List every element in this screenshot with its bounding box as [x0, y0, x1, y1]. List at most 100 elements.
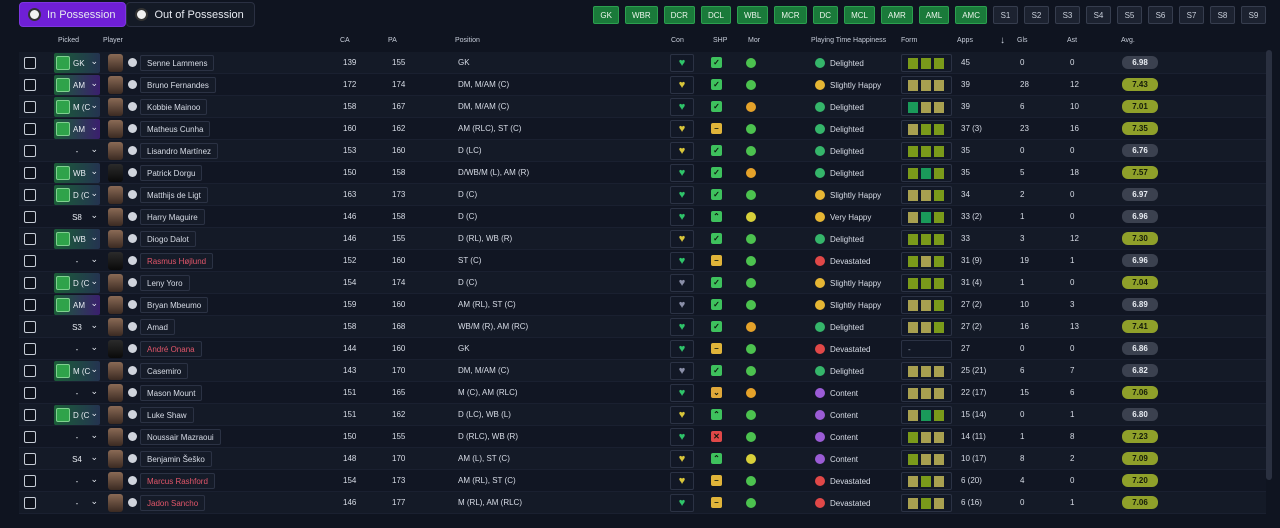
filter-button-dcl[interactable]: DCL — [700, 6, 731, 24]
picked-dropdown[interactable]: - ⌄ — [54, 141, 100, 161]
table-row[interactable]: AM ⌄ Matheus Cunha 160 162 AM (RLC), ST (C) ♥ –… — [19, 118, 1266, 140]
table-row[interactable]: D (C ⌄ Leny Yoro 154 174 D (C) ♥ ✓ Slightly Happ… — [19, 272, 1266, 294]
row-checkbox[interactable] — [24, 475, 36, 487]
player-name[interactable]: Diogo Dalot — [140, 231, 196, 247]
filter-button-s1[interactable]: S1 — [993, 6, 1018, 24]
table-row[interactable]: AM ⌄ Bruno Fernandes 172 174 DM, M/AM (C) ♥ ✓ Sl… — [19, 74, 1266, 96]
col-con[interactable]: Con — [671, 37, 684, 44]
filter-button-dcr[interactable]: DCR — [663, 6, 695, 24]
table-row[interactable]: - ⌄ Jadon Sancho 146 177 M (RL), AM (RLC) ♥ – De… — [19, 492, 1266, 514]
table-row[interactable]: S4 ⌄ Benjamin Šeško 148 170 AM (L), ST (C) ♥ ⌃ C… — [19, 448, 1266, 470]
filter-button-s6[interactable]: S6 — [1148, 6, 1173, 24]
filter-button-s8[interactable]: S8 — [1210, 6, 1235, 24]
filter-button-s9[interactable]: S9 — [1241, 6, 1266, 24]
filter-button-wbl[interactable]: WBL — [736, 6, 769, 24]
player-name[interactable]: Patrick Dorgu — [140, 165, 203, 181]
table-row[interactable]: D (C ⌄ Luke Shaw 151 162 D (LC), WB (L) ♥ ⌃ Cont… — [19, 404, 1266, 426]
picked-dropdown[interactable]: S8 ⌄ — [54, 207, 100, 227]
row-checkbox[interactable] — [24, 453, 36, 465]
picked-dropdown[interactable]: AM ⌄ — [54, 295, 100, 315]
picked-dropdown[interactable]: D (C ⌄ — [54, 185, 100, 205]
table-row[interactable]: - ⌄ Rasmus Højlund 152 160 ST (C) ♥ – Devastated… — [19, 250, 1266, 272]
player-name[interactable]: Noussair Mazraoui — [140, 429, 221, 445]
vertical-scrollbar[interactable] — [1266, 50, 1272, 480]
player-name[interactable]: Matthijs de Ligt — [140, 187, 208, 203]
picked-dropdown[interactable]: M (C ⌄ — [54, 361, 100, 381]
filter-button-mcr[interactable]: MCR — [774, 6, 807, 24]
col-playing-time-happiness[interactable]: Playing Time Happiness — [811, 37, 886, 44]
picked-dropdown[interactable]: WB ⌄ — [54, 163, 100, 183]
table-row[interactable]: S8 ⌄ Harry Maguire 146 158 D (C) ♥ ⌃ Very Happy 3… — [19, 206, 1266, 228]
picked-dropdown[interactable]: GK ⌄ — [54, 53, 100, 73]
picked-dropdown[interactable]: - ⌄ — [54, 383, 100, 403]
picked-dropdown[interactable]: WB ⌄ — [54, 229, 100, 249]
player-name[interactable]: Jadon Sancho — [140, 495, 206, 511]
table-row[interactable]: - ⌄ Marcus Rashford 154 173 AM (RL), ST (C) ♥ –… — [19, 470, 1266, 492]
player-name[interactable]: Senne Lammens — [140, 55, 215, 71]
player-name[interactable]: Benjamin Šeško — [140, 451, 212, 467]
picked-dropdown[interactable]: D (C ⌄ — [54, 405, 100, 425]
row-checkbox[interactable] — [24, 321, 36, 333]
col-mor[interactable]: Mor — [748, 37, 760, 44]
col-picked[interactable]: Picked — [58, 37, 79, 44]
player-name[interactable]: Lisandro Martínez — [140, 143, 219, 159]
player-name[interactable]: Harry Maguire — [140, 209, 205, 225]
table-row[interactable]: GK ⌄ Senne Lammens 139 155 GK ♥ ✓ Delighted 45 0 0 6… — [19, 52, 1266, 74]
picked-dropdown[interactable]: AM ⌄ — [54, 119, 100, 139]
table-row[interactable]: AM ⌄ Bryan Mbeumo 159 160 AM (RL), ST (C) ♥ ✓ Sl… — [19, 294, 1266, 316]
player-name[interactable]: Bruno Fernandes — [140, 77, 216, 93]
sort-arrow-icon[interactable]: ↓ — [1000, 35, 1005, 46]
player-name[interactable]: Rasmus Højlund — [140, 253, 214, 269]
row-checkbox[interactable] — [24, 101, 36, 113]
table-row[interactable]: D (C ⌄ Matthijs de Ligt 163 173 D (C) ♥ ✓ Slight… — [19, 184, 1266, 206]
filter-button-mcl[interactable]: MCL — [844, 6, 875, 24]
table-row[interactable]: - ⌄ Noussair Mazraoui 150 155 D (RLC), WB (R)… — [19, 426, 1266, 448]
player-name[interactable]: Mason Mount — [140, 385, 203, 401]
player-name[interactable]: Kobbie Mainoo — [140, 99, 208, 115]
row-checkbox[interactable] — [24, 497, 36, 509]
table-row[interactable]: M (C ⌄ Kobbie Mainoo 158 167 DM, M/AM (C) ♥ ✓ De… — [19, 96, 1266, 118]
row-checkbox[interactable] — [24, 343, 36, 355]
filter-button-amc[interactable]: AMC — [955, 6, 987, 24]
table-row[interactable]: M (C ⌄ Casemiro 143 170 DM, M/AM (C) ♥ ✓ Delight… — [19, 360, 1266, 382]
row-checkbox[interactable] — [24, 277, 36, 289]
row-checkbox[interactable] — [24, 431, 36, 443]
col-form[interactable]: Form — [901, 37, 917, 44]
player-name[interactable]: Luke Shaw — [140, 407, 194, 423]
row-checkbox[interactable] — [24, 145, 36, 157]
picked-dropdown[interactable]: AM ⌄ — [54, 75, 100, 95]
picked-dropdown[interactable]: - ⌄ — [54, 493, 100, 513]
player-name[interactable]: Amad — [140, 319, 175, 335]
filter-button-wbr[interactable]: WBR — [624, 6, 658, 24]
player-name[interactable]: Bryan Mbeumo — [140, 297, 209, 313]
filter-button-gk[interactable]: GK — [593, 6, 619, 24]
tab-in-possession[interactable]: In Possession — [19, 2, 127, 27]
picked-dropdown[interactable]: - ⌄ — [54, 471, 100, 491]
row-checkbox[interactable] — [24, 387, 36, 399]
picked-dropdown[interactable]: S4 ⌄ — [54, 449, 100, 469]
row-checkbox[interactable] — [24, 167, 36, 179]
picked-dropdown[interactable]: - ⌄ — [54, 251, 100, 271]
player-name[interactable]: Marcus Rashford — [140, 473, 215, 489]
picked-dropdown[interactable]: - ⌄ — [54, 339, 100, 359]
filter-button-s3[interactable]: S3 — [1055, 6, 1080, 24]
table-row[interactable]: - ⌄ Mason Mount 151 165 M (C), AM (RLC) ♥ ⌄ Cont… — [19, 382, 1266, 404]
player-name[interactable]: Leny Yoro — [140, 275, 190, 291]
row-checkbox[interactable] — [24, 57, 36, 69]
row-checkbox[interactable] — [24, 189, 36, 201]
filter-button-s2[interactable]: S2 — [1024, 6, 1049, 24]
filter-button-aml[interactable]: AML — [918, 6, 950, 24]
col-shp[interactable]: SHP — [713, 37, 727, 44]
table-row[interactable]: S3 ⌄ Amad 158 168 WB/M (R), AM (RC) ♥ ✓ Delighte… — [19, 316, 1266, 338]
tab-out-of-possession[interactable]: Out of Possession — [126, 2, 255, 27]
filter-button-s7[interactable]: S7 — [1179, 6, 1204, 24]
col-apps[interactable]: Apps — [957, 37, 973, 44]
picked-dropdown[interactable]: M (C ⌄ — [54, 97, 100, 117]
table-row[interactable]: WB ⌄ Patrick Dorgu 150 158 D/WB/M (L), AM (R)… — [19, 162, 1266, 184]
table-row[interactable]: - ⌄ André Onana 144 160 GK ♥ – Devastated -27 0 0 6.… — [19, 338, 1266, 360]
col-gls[interactable]: Gls — [1017, 37, 1028, 44]
row-checkbox[interactable] — [24, 123, 36, 135]
row-checkbox[interactable] — [24, 233, 36, 245]
table-row[interactable]: WB ⌄ Diogo Dalot 146 155 D (RL), WB (R) ♥ ✓ Deli… — [19, 228, 1266, 250]
row-checkbox[interactable] — [24, 79, 36, 91]
